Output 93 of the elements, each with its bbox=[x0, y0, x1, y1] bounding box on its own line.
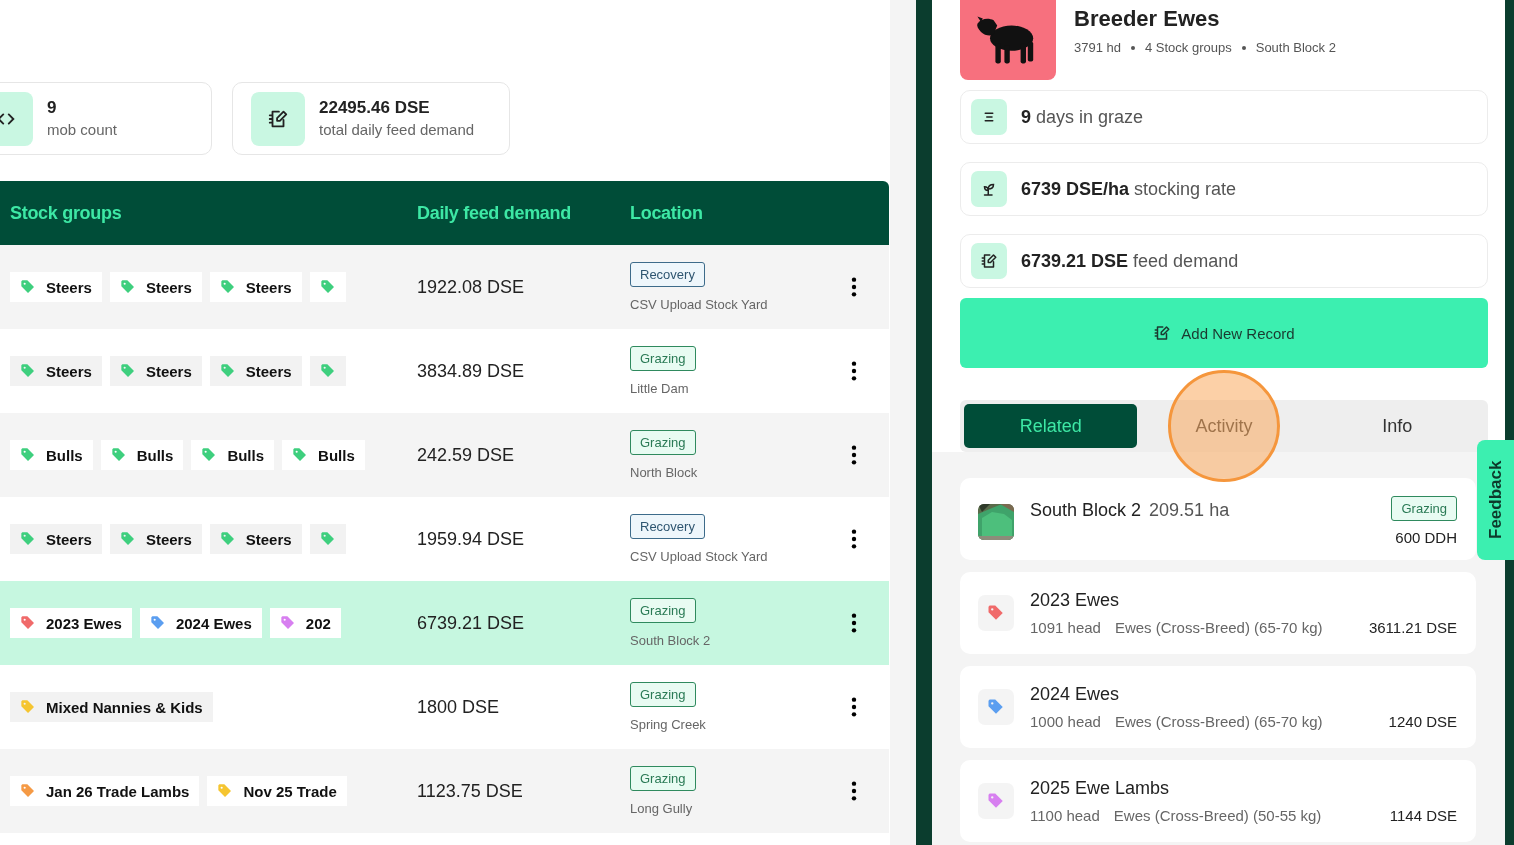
stat-label: total daily feed demand bbox=[319, 119, 475, 140]
table-row[interactable]: 2023 Ewes 2024 Ewes 202 6739.21 DSE Grazing South Block 2 bbox=[0, 581, 889, 665]
more-icon bbox=[851, 780, 857, 802]
breed-text: Ewes (Cross-Breed) (50-55 kg) bbox=[1113, 807, 1322, 824]
chip-label: Steers bbox=[245, 278, 292, 296]
more-icon bbox=[851, 696, 857, 718]
notebook-icon bbox=[980, 252, 998, 270]
feedback-tab[interactable]: Feedback bbox=[1477, 440, 1514, 560]
demand-value: 1800 DSE bbox=[417, 696, 501, 718]
group-name: 2023 Ewes bbox=[1030, 590, 1121, 611]
location-name: South Block 2 bbox=[630, 633, 712, 648]
demand-value: 1123.75 DSE bbox=[417, 780, 524, 802]
status-badge: Grazing bbox=[630, 766, 696, 791]
stat-text: 6739 DSE/ha stocking rate bbox=[1021, 178, 1237, 200]
demand-value: 6739.21 DSE bbox=[417, 612, 526, 634]
mob-title: Breeder Ewes bbox=[1074, 6, 1221, 32]
chip-label: Steers bbox=[245, 530, 292, 548]
column-header: Location bbox=[630, 202, 704, 224]
chip-label: 202 bbox=[305, 614, 331, 632]
chip-label: Steers bbox=[145, 362, 192, 380]
chip-label: Mixed Nannies & Kids bbox=[46, 698, 203, 716]
breed-text: Ewes (Cross-Breed) (65-70 kg) bbox=[1114, 713, 1323, 730]
chip-label: Steers bbox=[46, 530, 92, 548]
table-row[interactable]: Steers Steers Steers 1959.94 DSE Recovery CSV Upload Stock Yard bbox=[0, 497, 889, 581]
chip-label: Steers bbox=[46, 278, 92, 296]
status-badge: Grazing bbox=[630, 682, 696, 707]
location-name: Little Dam bbox=[630, 381, 690, 396]
chip-label: Bulls bbox=[46, 446, 83, 464]
stat-value: 9 bbox=[47, 96, 58, 119]
tab[interactable]: Related bbox=[964, 404, 1138, 448]
chip-label: Bulls bbox=[318, 446, 355, 464]
group-name: 2025 Ewe Lambs bbox=[1030, 778, 1171, 799]
status-badge: Recovery bbox=[630, 262, 705, 287]
paddock-area: 209.51 ha bbox=[1149, 500, 1230, 521]
group-card[interactable]: 2025 Ewe Lambs 1100 head Ewes (Cross-Breed) (50-55 kg) 1144 DSE bbox=[960, 760, 1476, 842]
more-icon bbox=[851, 360, 857, 382]
group-name: 2024 Ewes bbox=[1030, 684, 1121, 705]
more-icon bbox=[851, 528, 857, 550]
meta-text: 4 Stock groups bbox=[1145, 40, 1232, 55]
head-count: 1100 head bbox=[1030, 807, 1100, 824]
demand-value: 1922.08 DSE bbox=[417, 276, 526, 298]
paddock-name: South Block 2 bbox=[1030, 500, 1142, 521]
group-card[interactable]: 2024 Ewes 1000 head Ewes (Cross-Breed) (65-70 kg) 1240 DSE bbox=[960, 666, 1476, 748]
demand-value: 1240 DSE bbox=[1388, 713, 1457, 730]
stat-value: 22495.46 DSE bbox=[319, 96, 431, 119]
chip-label: Bulls bbox=[227, 446, 265, 464]
chip-label: Bulls bbox=[136, 446, 174, 464]
stat-text: 6739.21 DSE feed demand bbox=[1021, 250, 1239, 272]
stat-label: mob count bbox=[47, 119, 118, 140]
more-icon bbox=[851, 276, 857, 298]
demand-value: 3611.21 DSE bbox=[1368, 619, 1457, 636]
chip-label: Nov 25 Trade bbox=[243, 782, 337, 800]
head-count: 1000 head bbox=[1030, 713, 1101, 730]
chip-label: 2023 Ewes bbox=[46, 614, 122, 632]
table-row[interactable]: Bulls Bulls Bulls Bulls 242.59 DSE Grazing North Block bbox=[0, 413, 889, 497]
notebook-icon bbox=[1153, 324, 1172, 342]
meta-text: 3791 hd bbox=[1074, 40, 1121, 55]
demand-value: 3834.89 DSE bbox=[417, 360, 526, 382]
status-badge: Grazing bbox=[630, 346, 696, 371]
add-record-button[interactable]: Add New Record bbox=[960, 298, 1488, 368]
table-row[interactable]: Jan 26 Trade Lambs Nov 25 Trade 1123.75 DSE Grazing Long Gully bbox=[0, 749, 889, 833]
paddock-card[interactable]: South Block 2 209.51 ha Grazing 600 DDH bbox=[960, 478, 1476, 560]
location-name: CSV Upload Stock Yard bbox=[630, 549, 769, 564]
more-icon bbox=[851, 444, 857, 466]
location-name: Spring Creek bbox=[630, 717, 707, 732]
status-badge: Recovery bbox=[630, 514, 705, 539]
column-header: Daily feed demand bbox=[417, 202, 572, 224]
chip-label: Steers bbox=[46, 362, 92, 380]
chip-label: Steers bbox=[145, 530, 192, 548]
head-count: 1091 head bbox=[1030, 619, 1101, 636]
breed-text: Ewes (Cross-Breed) (65-70 kg) bbox=[1114, 619, 1323, 636]
table-row[interactable]: Steers Steers Steers 3834.89 DSE Grazing Little Dam bbox=[0, 329, 889, 413]
demand-value: 1144 DSE bbox=[1389, 807, 1457, 824]
chip-label: 2024 Ewes bbox=[175, 614, 252, 632]
demand-value: 242.59 DSE bbox=[417, 444, 516, 466]
more-icon bbox=[851, 612, 857, 634]
ddh-value: 600 DDH bbox=[1395, 529, 1457, 546]
location-name: North Block bbox=[630, 465, 699, 480]
meta-text: South Block 2 bbox=[1255, 40, 1336, 55]
demand-value: 1959.94 DSE bbox=[417, 528, 526, 550]
location-name: CSV Upload Stock Yard bbox=[630, 297, 769, 312]
table-row[interactable]: Steers Steers Steers 1922.08 DSE Recovery CSV Upload Stock Yard bbox=[0, 245, 889, 329]
location-name: Long Gully bbox=[630, 801, 694, 816]
chip-label: Jan 26 Trade Lambs bbox=[46, 782, 190, 800]
group-card[interactable]: 2023 Ewes 1091 head Ewes (Cross-Breed) (65-70 kg) 3611.21 DSE bbox=[960, 572, 1476, 654]
status-badge: Grazing bbox=[630, 598, 696, 623]
chip-label: Steers bbox=[245, 362, 292, 380]
status-badge: Grazing bbox=[1391, 496, 1457, 521]
table-row[interactable]: Mixed Nannies & Kids 1800 DSE Grazing Spring Creek bbox=[0, 665, 889, 749]
stat-text: 9 days in graze bbox=[1021, 106, 1144, 128]
status-badge: Grazing bbox=[630, 430, 696, 455]
column-header: Stock groups bbox=[10, 202, 123, 224]
chip-label: Steers bbox=[145, 278, 192, 296]
